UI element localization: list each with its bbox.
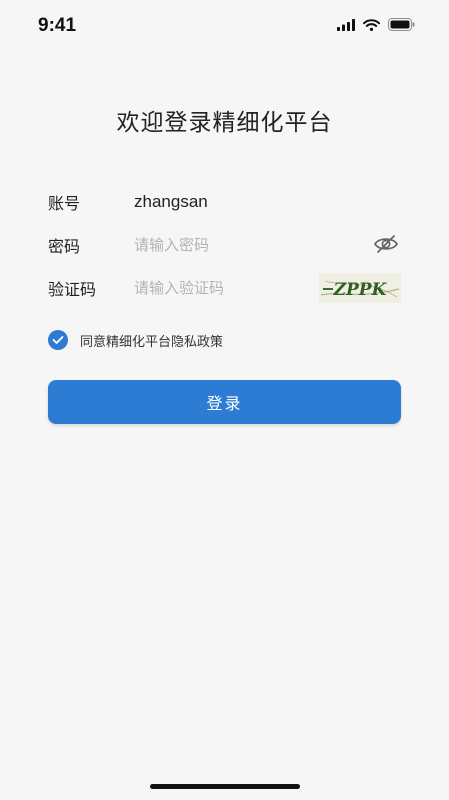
- wifi-icon: [363, 18, 380, 31]
- agreement: 同意精细化平台隐私政策: [48, 330, 223, 350]
- account-field[interactable]: zhangsan: [134, 192, 208, 212]
- signal-icon: [337, 18, 355, 31]
- status-bar: 9:41: [0, 0, 449, 50]
- page-title: 欢迎登录精细化平台: [116, 110, 333, 136]
- account-row: 账号 zhangsan: [48, 186, 401, 218]
- captcha-row: 验证码 ZPPK: [48, 272, 401, 304]
- battery-icon: [388, 18, 415, 31]
- status-icons: [337, 18, 415, 31]
- toggle-password-visibility-button[interactable]: [373, 233, 399, 255]
- agreement-checkbox[interactable]: [48, 330, 68, 350]
- captcha-text: ZPPK: [333, 280, 388, 300]
- captcha-image[interactable]: ZPPK: [319, 273, 401, 303]
- eye-hidden-icon: [374, 235, 398, 253]
- check-icon: [52, 336, 64, 344]
- captcha-image-graphic: ZPPK: [320, 280, 400, 300]
- status-time: 9:41: [38, 15, 77, 36]
- captcha-label: 验证码: [48, 280, 97, 299]
- agreement-text[interactable]: 同意精细化平台隐私政策: [80, 331, 223, 350]
- password-input[interactable]: [134, 236, 401, 254]
- password-row: 密码: [48, 229, 401, 261]
- home-indicator[interactable]: [150, 784, 300, 789]
- login-screen: 9:41 欢迎登录精细化平台 账号 zhangsan 密码 验证码 请输入验证码…: [0, 0, 449, 800]
- account-label: 账号: [48, 194, 81, 213]
- password-label: 密码: [48, 237, 81, 256]
- login-button[interactable]: 登录: [48, 380, 401, 424]
